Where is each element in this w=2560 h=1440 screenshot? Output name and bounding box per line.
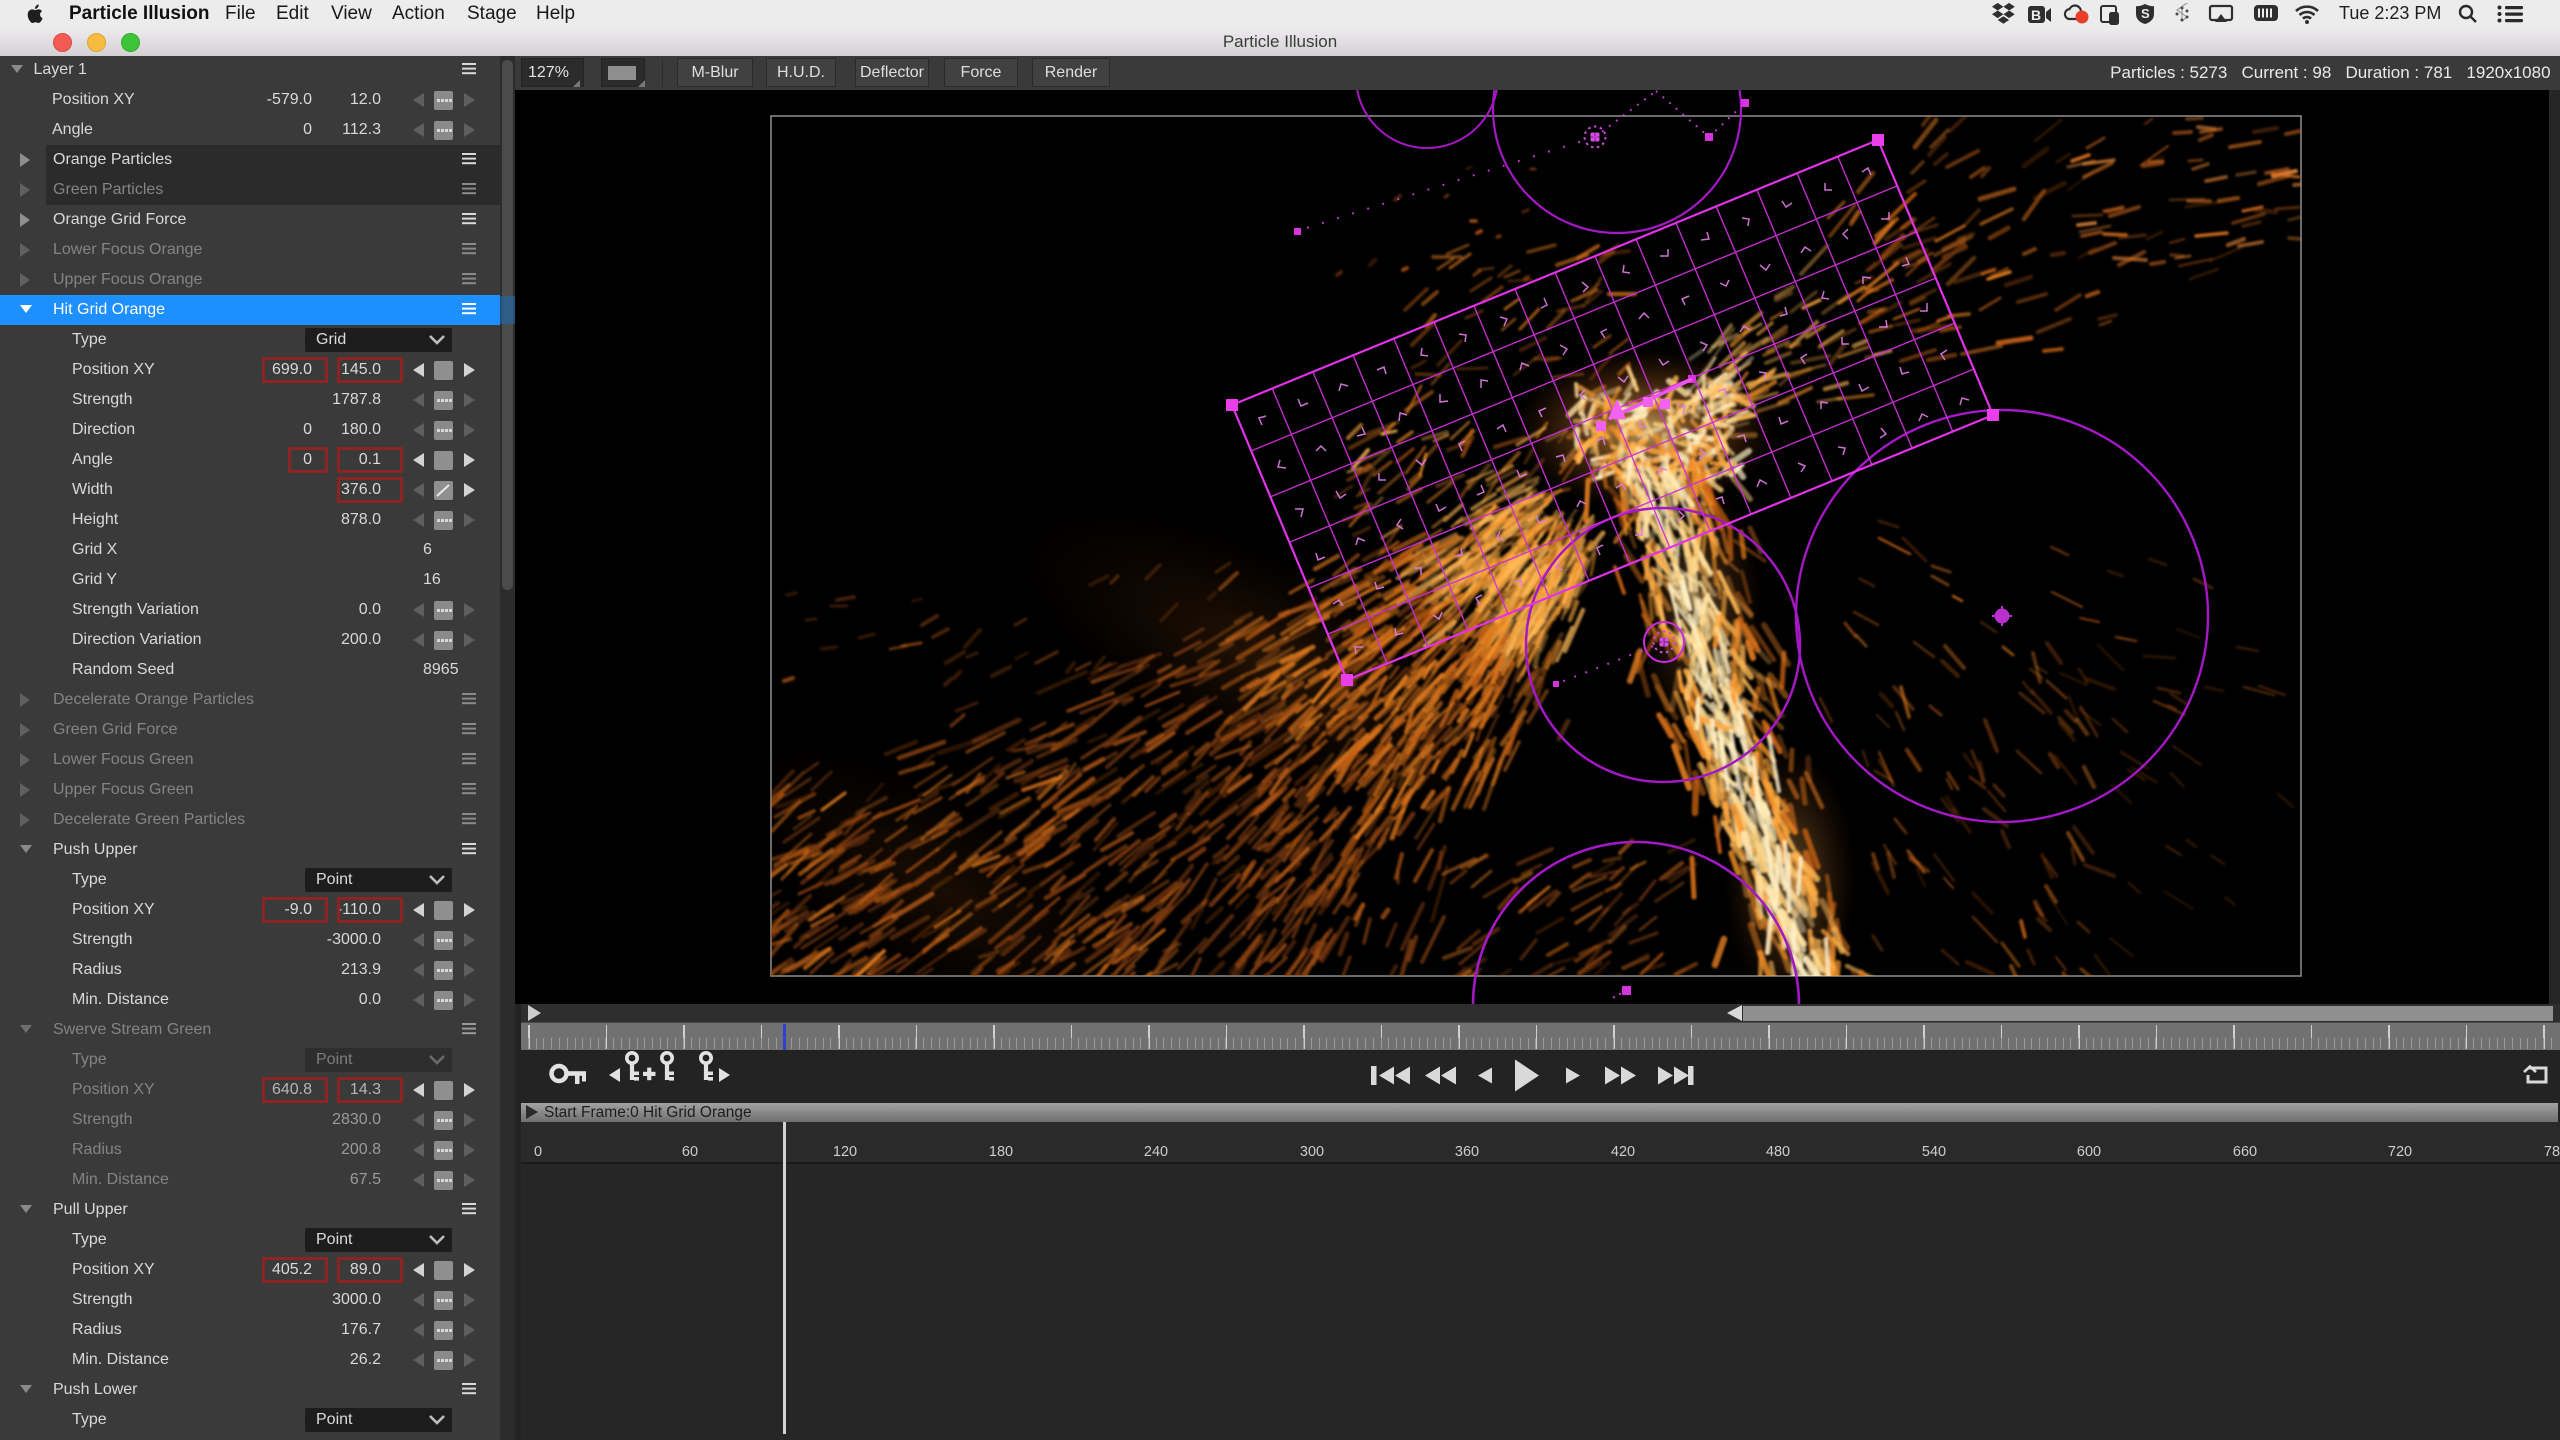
- svg-text:S: S: [2141, 6, 2150, 21]
- svg-text:B: B: [2031, 7, 2041, 23]
